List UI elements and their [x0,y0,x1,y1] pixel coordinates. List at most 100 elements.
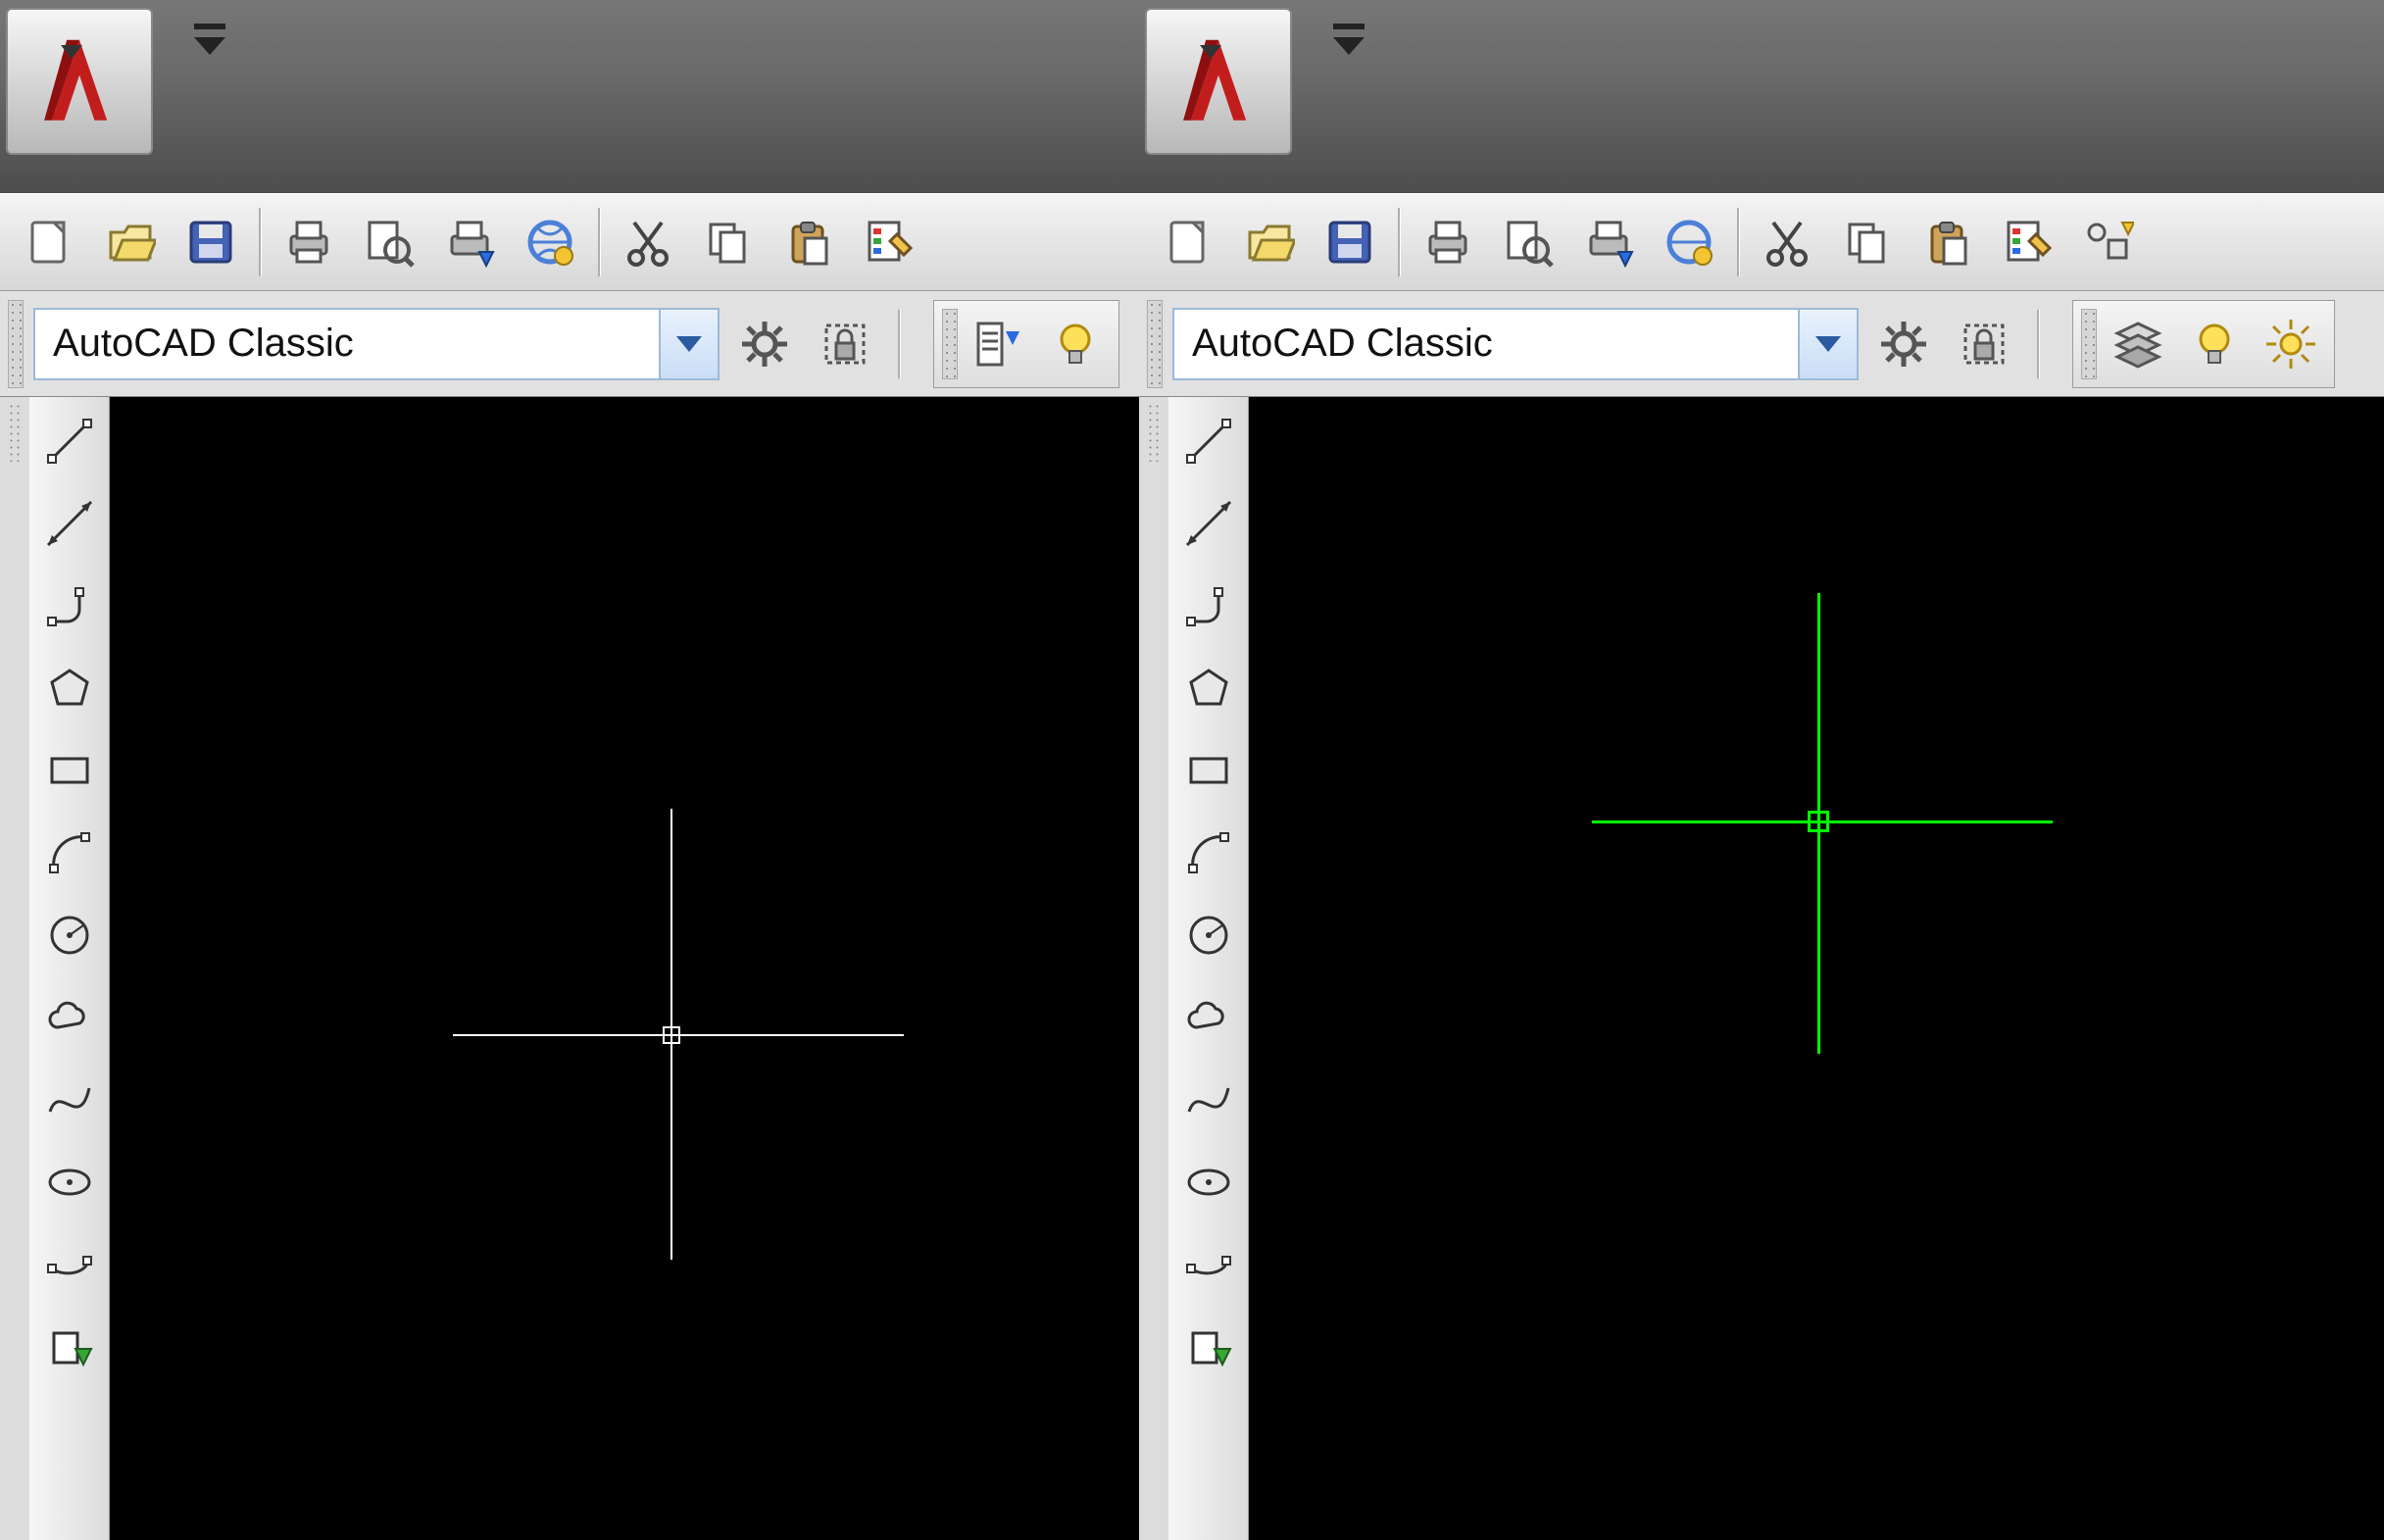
quick-access-dropdown-icon[interactable] [1329,20,1368,59]
layer-freeze-button[interactable] [2256,309,2326,379]
properties-panel-button[interactable] [964,309,1034,379]
polyline-tool[interactable] [39,575,100,636]
ellipse-tool[interactable] [39,1152,100,1213]
toolbar-lock-button[interactable] [810,309,880,379]
copy-button[interactable] [692,206,765,278]
bulb-on-icon [2188,318,2241,371]
publish-button[interactable] [514,206,586,278]
circle-icon [46,912,93,959]
workspace-settings-button[interactable] [729,309,800,379]
circle-tool[interactable] [1178,905,1239,966]
line-tool[interactable] [39,411,100,472]
properties-floater [933,300,1119,388]
application-menu-button[interactable] [6,8,153,155]
xline-icon [1185,500,1232,547]
revision-cloud-tool[interactable] [39,987,100,1048]
autocad-window-right: File Edit View Insert Format Tools AutoC… [1139,0,2384,1540]
workspace-selected: AutoCAD Classic [1174,322,1798,366]
plot-icon [444,217,495,268]
ellipse-arc-tool[interactable] [1178,1234,1239,1295]
match-properties-button[interactable] [853,206,925,278]
bulb-on-icon [1049,318,1102,371]
match-properties-button[interactable] [1992,206,2064,278]
layer-manager-button[interactable] [2103,309,2173,379]
copy-icon [703,217,754,268]
block-editor-button[interactable] [2072,206,2145,278]
open-button[interactable] [1233,206,1306,278]
paste-button[interactable] [1912,206,1984,278]
arc-tool[interactable] [1178,822,1239,883]
toolbar-grip[interactable] [942,309,958,379]
publish-button[interactable] [1653,206,1725,278]
plot-button[interactable] [433,206,506,278]
toolbar-lock-button[interactable] [1949,309,2019,379]
new-button[interactable] [14,206,86,278]
workspace-bar: AutoCAD Classic [1139,291,2384,397]
spline-tool[interactable] [39,1069,100,1130]
workspace-dropdown-button[interactable] [659,310,718,378]
print-button[interactable] [1412,206,1484,278]
construction-line-tool[interactable] [39,493,100,554]
toolbox-grip-column[interactable] [0,397,29,1540]
polygon-tool[interactable] [39,658,100,719]
line-tool[interactable] [1178,411,1239,472]
plot-button[interactable] [1572,206,1645,278]
insert-block-icon [1185,1323,1232,1370]
plot-icon [1583,217,1634,268]
drawing-canvas[interactable] [110,397,1139,1540]
toolbar-grip[interactable] [1147,300,1163,388]
print-button[interactable] [273,206,345,278]
toolbar-separator [898,310,900,378]
print-preview-button[interactable] [353,206,425,278]
circle-tool[interactable] [39,905,100,966]
toolbar-separator [2037,310,2039,378]
ellipse-icon [46,1159,93,1206]
cut-button[interactable] [612,206,684,278]
publish-icon [1664,217,1714,268]
insert-block-tool[interactable] [39,1316,100,1377]
revision-cloud-tool[interactable] [1178,987,1239,1048]
workspace-settings-button[interactable] [1868,309,1939,379]
save-button[interactable] [1314,206,1386,278]
workspace-combo[interactable]: AutoCAD Classic [33,308,720,380]
insert-block-tool[interactable] [1178,1316,1239,1377]
workspace-combo[interactable]: AutoCAD Classic [1172,308,1859,380]
construction-line-tool[interactable] [1178,493,1239,554]
rectangle-tool[interactable] [39,740,100,801]
polyline-tool[interactable] [1178,575,1239,636]
layer-on-button[interactable] [1040,309,1111,379]
toolbar-grip[interactable] [8,300,24,388]
rectangle-tool[interactable] [1178,740,1239,801]
paste-button[interactable] [772,206,845,278]
application-menu-button[interactable] [1145,8,1292,155]
workspace-dropdown-button[interactable] [1798,310,1857,378]
sun-icon [2264,318,2317,371]
drawing-canvas[interactable] [1249,397,2384,1540]
save-button[interactable] [174,206,247,278]
workspace-selected: AutoCAD Classic [35,322,659,366]
autocad-window-left: File Edit View Insert Format To AutoCAD … [0,0,1139,1540]
draw-area-wrap [1139,397,2384,1540]
ellipse-arc-tool[interactable] [39,1234,100,1295]
polygon-icon [1185,665,1232,712]
line-icon [46,418,93,465]
cut-button[interactable] [1751,206,1823,278]
ellipse-tool[interactable] [1178,1152,1239,1213]
open-button[interactable] [94,206,167,278]
match-properties-icon [864,217,915,268]
print-preview-button[interactable] [1492,206,1564,278]
quick-access-dropdown-icon[interactable] [190,20,229,59]
standard-toolbar [0,193,1139,291]
copy-icon [1842,217,1893,268]
spline-tool[interactable] [1178,1069,1239,1130]
polygon-tool[interactable] [1178,658,1239,719]
toolbar-grip[interactable] [2081,309,2097,379]
print-icon [283,217,334,268]
insert-block-icon [46,1323,93,1370]
new-button[interactable] [1153,206,1225,278]
layer-on-button[interactable] [2179,309,2250,379]
copy-button[interactable] [1831,206,1904,278]
save-icon [185,217,236,268]
arc-tool[interactable] [39,822,100,883]
toolbox-grip-column[interactable] [1139,397,1168,1540]
